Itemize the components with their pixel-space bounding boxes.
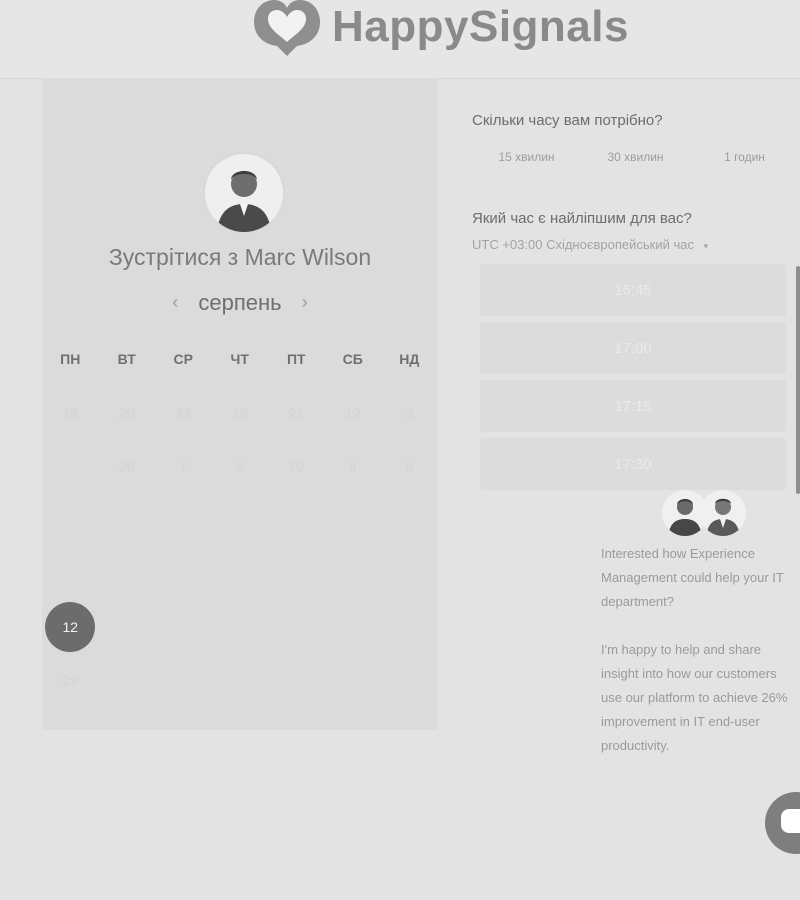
calendar-day-selected[interactable]: 12	[42, 600, 99, 654]
time-slot[interactable]: 17:00	[480, 322, 786, 374]
calendar-day	[99, 493, 156, 547]
time-slot[interactable]: 17:15	[480, 380, 786, 432]
calendar-week: 19 20 22 19 21 12 3	[42, 386, 438, 440]
calendar-day	[99, 654, 156, 708]
time-slot-list: 16:45 17:00 17:15 17:30	[480, 264, 786, 496]
calendar-day	[268, 654, 325, 708]
calendar-day	[325, 600, 382, 654]
calendar-day	[42, 547, 99, 601]
calendar-week: 26 7 8 20 8 9	[42, 440, 438, 494]
selected-day-label[interactable]: 12	[45, 601, 96, 652]
calendar-day: 21	[288, 404, 305, 421]
chat-message-text: Interested how Experience Management cou…	[601, 546, 784, 609]
calendar-grid: 19 20 22 19 21 12 3 26 7 8 20 8 9 12 29	[42, 386, 438, 707]
weekday-header: ПН ВТ СР ЧТ ПТ СБ НД	[42, 351, 438, 367]
chat-message: Interested how Experience Management cou…	[601, 542, 800, 782]
weekday-label: ПН	[60, 351, 81, 367]
calendar-day	[268, 493, 325, 547]
chat-agent-avatars	[660, 490, 750, 540]
calendar-day	[155, 654, 212, 708]
calendar-day	[381, 600, 438, 654]
calendar-day	[381, 493, 438, 547]
weekday-label: ЧТ	[230, 351, 249, 367]
chat-launcher-button[interactable]	[765, 792, 800, 854]
weekday-label: СБ	[342, 351, 363, 367]
calendar-day	[212, 654, 269, 708]
calendar-day	[268, 547, 325, 601]
calendar-day	[325, 654, 382, 708]
calendar-day	[99, 600, 156, 654]
duration-question: Скільки часу вам потрібно?	[472, 112, 663, 129]
calendar-day: 12	[344, 404, 361, 421]
agent-avatar	[700, 490, 746, 536]
duration-option-60[interactable]: 1 годин	[690, 150, 799, 164]
timezone-select[interactable]: UTC +03:00 Східноєвропейський час ▾	[472, 237, 708, 252]
weekday-label: ПТ	[286, 351, 306, 367]
calendar-day	[155, 600, 212, 654]
calendar-day	[155, 493, 212, 547]
calendar-day: 3	[405, 404, 414, 421]
duration-option-30[interactable]: 30 хвилин	[581, 150, 690, 164]
calendar-day	[325, 493, 382, 547]
calendar-day	[99, 547, 156, 601]
calendar-day: 22	[175, 404, 192, 421]
host-avatar	[203, 152, 285, 234]
month-label: серпень	[198, 290, 282, 315]
calendar-day: 19	[231, 404, 248, 421]
calendar-day: 8	[348, 458, 357, 475]
time-slot[interactable]: 16:45	[480, 264, 786, 316]
calendar-day: 29	[62, 672, 79, 689]
calendar-day: 9	[405, 458, 414, 475]
calendar-week: 12	[42, 600, 438, 654]
calendar-day: 26	[118, 458, 135, 475]
calendar-day	[42, 440, 99, 494]
calendar-day: 20	[288, 458, 305, 475]
brand-name: HappySignals	[332, 2, 629, 51]
calendar-day: 7	[179, 458, 188, 475]
prev-month-icon[interactable]: ‹	[158, 292, 192, 312]
calendar-week: 29	[42, 654, 438, 708]
duration-options: 15 хвилин 30 хвилин 1 годин	[472, 150, 800, 164]
calendar-day: 19	[62, 404, 79, 421]
calendar-day	[381, 547, 438, 601]
chat-message-text: I'm happy to help and share insight into…	[601, 642, 788, 753]
person-icon	[217, 171, 271, 232]
calendar-week	[42, 493, 438, 547]
weekday-label: ВТ	[117, 351, 136, 367]
calendar-day	[155, 547, 212, 601]
person-icon	[706, 498, 740, 536]
calendar-day: 20	[118, 404, 135, 421]
calendar-day	[212, 493, 269, 547]
timezone-label: UTC +03:00 Східноєвропейський час	[472, 237, 694, 252]
weekday-label: СР	[173, 351, 193, 367]
calendar-week	[42, 547, 438, 601]
month-navigation: ‹ серпень ›	[42, 290, 438, 316]
calendar-day	[381, 654, 438, 708]
header: HappySignals	[0, 0, 800, 79]
calendar-day	[268, 600, 325, 654]
calendar-day	[212, 547, 269, 601]
calendar-day	[42, 493, 99, 547]
meeting-title: Зустрітися з Marc Wilson	[108, 244, 372, 270]
happysignals-logo-icon	[254, 0, 320, 56]
caret-down-icon: ▾	[703, 241, 709, 251]
duration-option-15[interactable]: 15 хвилин	[472, 150, 581, 164]
next-month-icon[interactable]: ›	[288, 292, 322, 312]
calendar-day	[325, 547, 382, 601]
weekday-label: НД	[399, 351, 420, 367]
calendar-day	[212, 600, 269, 654]
time-slot-scrollbar[interactable]	[796, 266, 800, 494]
chat-bubble-icon	[781, 809, 800, 833]
calendar-day: 8	[235, 458, 244, 475]
time-question: Який час є найліпшим для вас?	[472, 210, 692, 227]
time-slot[interactable]: 17:30	[480, 438, 786, 490]
